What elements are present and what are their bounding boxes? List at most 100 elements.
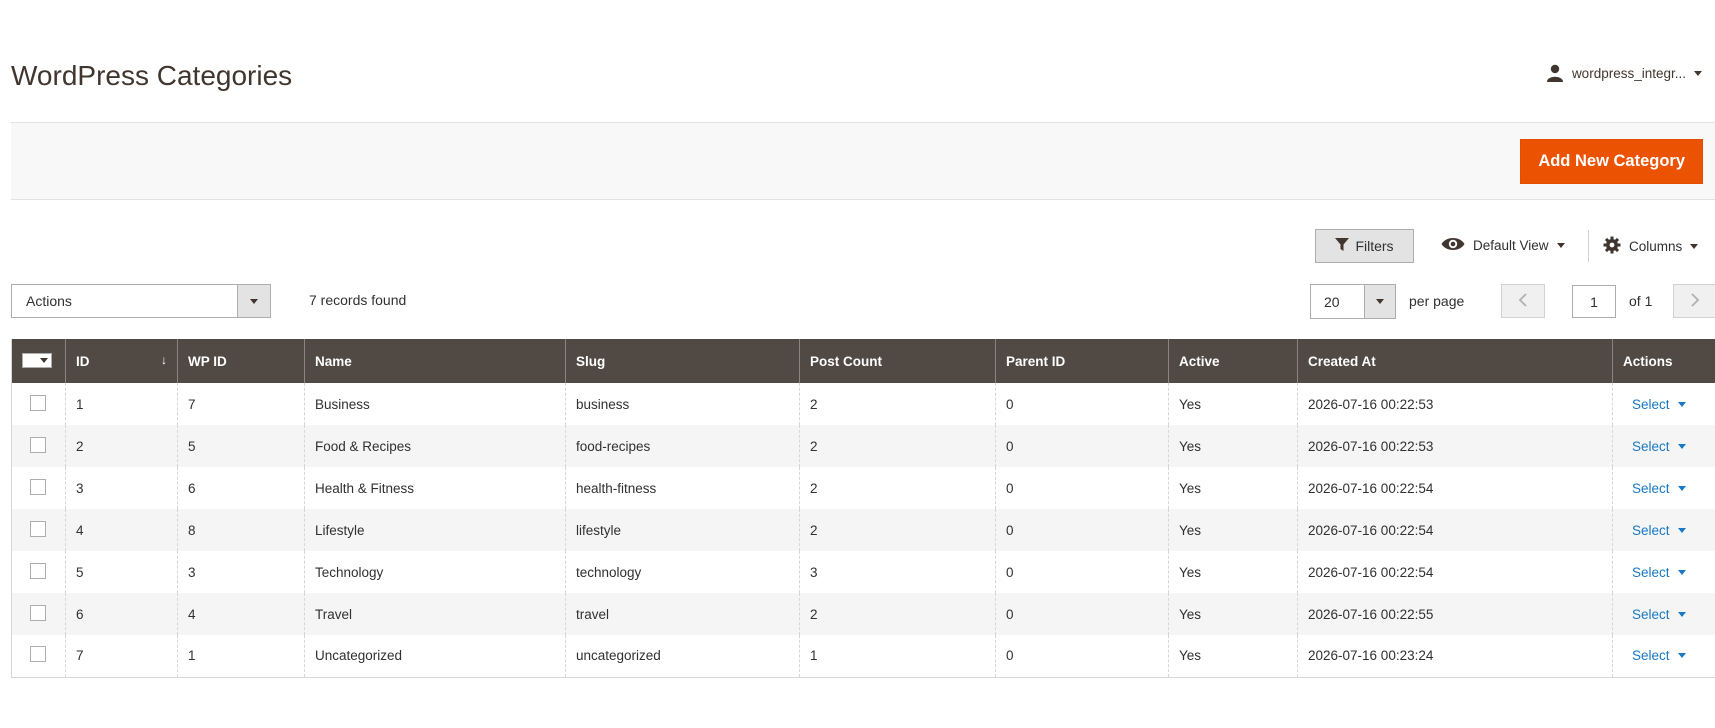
- row-select-cell: [11, 593, 66, 635]
- column-header-active[interactable]: Active: [1168, 339, 1298, 383]
- mass-actions-label: Actions: [26, 293, 72, 309]
- table-row: 2 5 Food & Recipes food-recipes 2 0 Yes 2026-07…: [11, 425, 1715, 467]
- user-account-menu[interactable]: wordpress_integr...: [1546, 64, 1702, 82]
- sort-arrow-icon: ↓: [161, 353, 167, 367]
- chevron-down-icon: [1364, 285, 1395, 318]
- page-actions-bar: Add New Category: [11, 123, 1715, 200]
- cell-created-at: 2026-07-16 00:23:24: [1297, 635, 1613, 678]
- page: WordPress Categories wordpress_integr...…: [0, 0, 1715, 728]
- cell-created-at: 2026-07-16 00:22:54: [1297, 509, 1613, 551]
- row-checkbox[interactable]: [30, 436, 46, 453]
- table-body: 1 7 Business business 2 0 Yes 2026-07-16 00:22:…: [11, 383, 1715, 678]
- chevron-down-icon: [1677, 611, 1686, 617]
- row-actions-select[interactable]: Select: [1632, 439, 1686, 454]
- view-switcher[interactable]: Default View: [1441, 236, 1565, 255]
- mass-select-checkbox[interactable]: [22, 352, 52, 368]
- cell-id: 7: [65, 635, 178, 678]
- cell-parent-id: 0: [995, 509, 1169, 551]
- mass-actions-dropdown[interactable]: Actions: [11, 284, 271, 318]
- column-header-wp-id[interactable]: WP ID: [177, 339, 305, 383]
- row-checkbox[interactable]: [30, 562, 46, 579]
- row-checkbox[interactable]: [30, 520, 46, 537]
- cell-active: Yes: [1168, 509, 1298, 551]
- cell-id: 6: [65, 593, 178, 635]
- row-action-label: Select: [1632, 522, 1670, 538]
- row-actions-cell: Select: [1612, 467, 1715, 509]
- cell-post-count: 2: [799, 509, 996, 551]
- column-header-actions: Actions: [1612, 339, 1715, 383]
- row-checkbox[interactable]: [30, 646, 46, 663]
- row-action-label: Select: [1632, 648, 1670, 664]
- per-page-value: 20: [1324, 293, 1340, 310]
- table-row: 5 3 Technology technology 3 0 Yes 2026-07-16 00…: [12, 551, 1715, 593]
- row-checkbox[interactable]: [30, 478, 46, 495]
- column-header-slug[interactable]: Slug: [565, 339, 800, 383]
- per-page-select[interactable]: 20: [1310, 284, 1396, 319]
- cell-slug: uncategorized: [565, 635, 800, 678]
- row-action-label: Select: [1632, 438, 1670, 454]
- column-header-post-count[interactable]: Post Count: [799, 339, 996, 383]
- cell-name: Health & Fitness: [304, 467, 566, 509]
- cell-parent-id: 0: [995, 467, 1169, 509]
- cell-name: Lifestyle: [304, 509, 566, 551]
- cell-created-at: 2026-07-16 00:22:55: [1297, 593, 1613, 635]
- row-actions-cell: Select: [1612, 635, 1715, 678]
- previous-page-button[interactable]: [1501, 284, 1545, 318]
- table-header-row: ID ↓ WP ID Name Slug Post Count Parent ID…: [11, 339, 1715, 383]
- column-header-parent-id[interactable]: Parent ID: [995, 339, 1169, 383]
- categories-grid: ID ↓ WP ID Name Slug Post Count Parent ID…: [11, 339, 1715, 678]
- cell-parent-id: 0: [995, 593, 1169, 635]
- grid-controls-bottom: Actions 7 records found 20 per page of 1: [0, 284, 1715, 320]
- filters-button[interactable]: Filters: [1315, 229, 1414, 263]
- row-actions-select[interactable]: Select: [1632, 481, 1686, 496]
- columns-switcher[interactable]: Columns: [1603, 236, 1699, 257]
- page-header: WordPress Categories wordpress_integr...: [0, 0, 1715, 123]
- eye-icon: [1441, 236, 1465, 255]
- filters-label: Filters: [1355, 238, 1394, 254]
- column-header-select: [11, 339, 66, 383]
- row-checkbox[interactable]: [30, 394, 46, 411]
- row-actions-select[interactable]: Select: [1632, 648, 1686, 663]
- chevron-down-icon: [237, 285, 270, 317]
- row-actions-select[interactable]: Select: [1632, 397, 1686, 412]
- controls-separator: [1588, 230, 1589, 262]
- view-label: Default View: [1473, 238, 1549, 253]
- row-actions-select[interactable]: Select: [1632, 607, 1686, 622]
- cell-active: Yes: [1168, 383, 1298, 425]
- column-header-id[interactable]: ID ↓: [65, 339, 178, 383]
- cell-wp-id: 1: [177, 635, 305, 678]
- row-select-cell: [12, 383, 66, 425]
- cell-id: 5: [65, 551, 178, 593]
- chevron-down-icon: [1677, 443, 1686, 449]
- row-actions-select[interactable]: Select: [1632, 523, 1686, 538]
- cell-wp-id: 4: [177, 593, 305, 635]
- cell-slug: technology: [565, 551, 800, 593]
- current-page-input[interactable]: [1572, 285, 1616, 318]
- row-actions-cell: Select: [1612, 593, 1715, 635]
- cell-name: Food & Recipes: [304, 425, 566, 467]
- row-action-label: Select: [1632, 396, 1670, 412]
- user-icon: [1546, 64, 1564, 82]
- row-checkbox[interactable]: [30, 604, 46, 621]
- cell-post-count: 2: [799, 383, 996, 425]
- table-row: 7 1 Uncategorized uncategorized 1 0 Yes 2026-07…: [11, 635, 1715, 678]
- gear-icon: [1603, 236, 1621, 257]
- column-header-created-at[interactable]: Created At: [1297, 339, 1613, 383]
- cell-name: Uncategorized: [304, 635, 566, 678]
- chevron-left-icon: [1518, 291, 1528, 312]
- cell-active: Yes: [1168, 551, 1298, 593]
- cell-name: Travel: [304, 593, 566, 635]
- column-header-name[interactable]: Name: [304, 339, 566, 383]
- chevron-right-icon: [1690, 291, 1700, 312]
- cell-active: Yes: [1168, 593, 1298, 635]
- chevron-down-icon: [1556, 243, 1565, 248]
- add-new-category-button[interactable]: Add New Category: [1520, 139, 1703, 184]
- chevron-down-icon: [1677, 485, 1686, 491]
- next-page-button[interactable]: [1673, 284, 1715, 318]
- filter-icon: [1335, 237, 1350, 255]
- row-actions-select[interactable]: Select: [1632, 565, 1686, 580]
- records-found: 7 records found: [309, 292, 407, 308]
- user-name: wordpress_integr...: [1571, 65, 1686, 81]
- row-select-cell: [11, 425, 66, 467]
- cell-parent-id: 0: [995, 425, 1169, 467]
